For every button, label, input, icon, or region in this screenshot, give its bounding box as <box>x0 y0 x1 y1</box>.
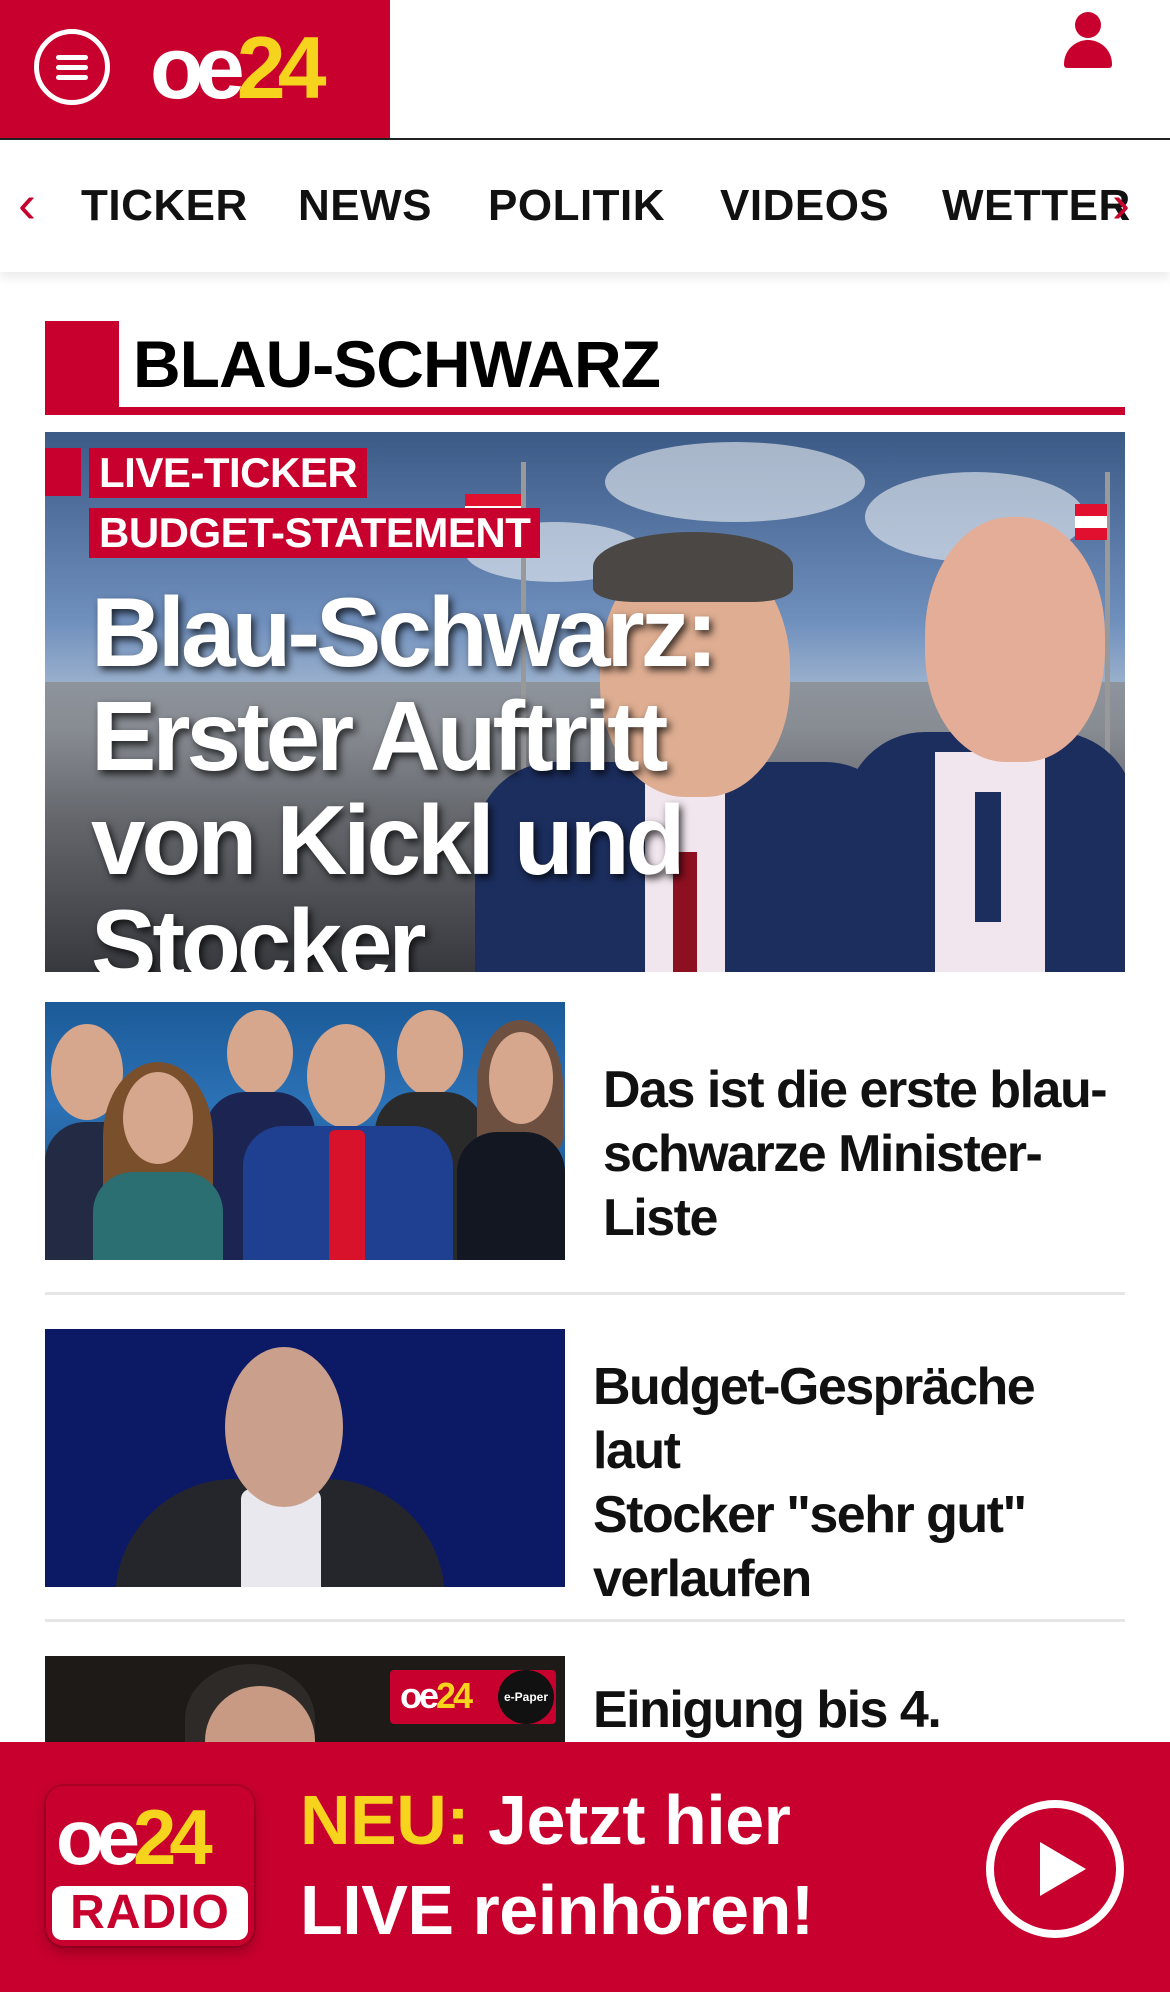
chevron-left-icon[interactable]: ‹ <box>18 176 36 232</box>
article-thumbnail[interactable] <box>45 1002 565 1260</box>
radio-promo-text: Jetzt hier <box>469 1781 791 1859</box>
hero-headline-line-1: Blau-Schwarz: <box>91 577 718 687</box>
section-accent-box <box>45 321 119 407</box>
live-ticker-tag: LIVE-TICKER <box>89 448 368 498</box>
logo-oe-text: oe <box>150 18 245 117</box>
radio-logo-label: RADIO <box>52 1886 248 1940</box>
article-item[interactable]: oe24 e-Paper Einigung bis 4. Februar? <box>45 1656 1125 1803</box>
epaper-logo: oe24 <box>400 1675 473 1716</box>
hero-headline-line-3: von Kickl und Stocker <box>91 785 686 972</box>
divider <box>45 1292 1125 1295</box>
divider <box>45 1619 1125 1622</box>
site-logo[interactable]: oe24 <box>150 22 327 114</box>
hamburger-menu-icon[interactable] <box>34 29 110 105</box>
article-headline[interactable]: Das ist die erste blau- schwarze Ministe… <box>603 1058 1125 1250</box>
radio-logo-mark: oe24 <box>56 1793 213 1881</box>
play-icon[interactable] <box>986 1800 1124 1938</box>
headline-line: Stocker "sehr gut" <box>593 1486 1027 1544</box>
site-header: oe24 <box>0 0 1170 140</box>
section-header: BLAU-SCHWARZ <box>45 321 1125 415</box>
brand-block: oe24 <box>0 0 390 138</box>
section-title[interactable]: BLAU-SCHWARZ <box>133 329 661 399</box>
article-headline[interactable]: Budget-Gespräche laut Stocker "sehr gut"… <box>593 1355 1125 1611</box>
logo-24-text: 24 <box>236 18 327 117</box>
radio-banner[interactable]: oe24 RADIO NEU: Jetzt hier LIVE reinhöre… <box>0 1742 1170 1992</box>
headline-line: schwarze Minister-Liste <box>603 1125 1043 1247</box>
article-thumbnail[interactable]: oe24 e-Paper <box>45 1656 565 1746</box>
nav-item-politik[interactable]: POLITIK <box>488 180 665 232</box>
nav-item-videos[interactable]: VIDEOS <box>720 180 889 232</box>
nav-item-ticker[interactable]: TICKER <box>81 180 248 232</box>
tag-accent-box <box>45 448 81 496</box>
radio-promo-line-1: NEU: Jetzt hier <box>300 1778 791 1862</box>
epaper-badge: oe24 e-Paper <box>390 1670 556 1724</box>
category-nav: ‹ TICKER NEWS POLITIK VIDEOS WETTER › <box>0 140 1170 272</box>
nav-item-news[interactable]: NEWS <box>298 180 432 232</box>
hero-article[interactable]: LIVE-TICKER BUDGET-STATEMENT Blau-Schwar… <box>45 432 1125 972</box>
article-item[interactable]: Das ist die erste blau- schwarze Ministe… <box>45 1002 1125 1260</box>
budget-statement-tag: BUDGET-STATEMENT <box>89 508 541 558</box>
headline-line: Das ist die erste blau- <box>603 1061 1108 1119</box>
headline-line: Budget-Gespräche laut <box>593 1358 1036 1480</box>
article-item[interactable]: Budget-Gespräche laut Stocker "sehr gut"… <box>45 1329 1125 1608</box>
headline-line: verlaufen <box>593 1550 812 1608</box>
radio-neu-label: NEU: <box>300 1781 470 1859</box>
article-thumbnail[interactable] <box>45 1329 565 1587</box>
radio-logo: oe24 RADIO <box>46 1786 254 1946</box>
chevron-right-icon[interactable]: › <box>1112 176 1130 232</box>
radio-promo-line-2: LIVE reinhören! <box>300 1871 814 1949</box>
hero-headline[interactable]: Blau-Schwarz: Erster Auftritt von Kickl … <box>91 580 1011 972</box>
epaper-label: e-Paper <box>498 1670 554 1724</box>
nav-item-wetter[interactable]: WETTER <box>942 180 1131 232</box>
hero-headline-line-2: Erster Auftritt <box>91 681 668 791</box>
user-account-icon[interactable] <box>1062 12 1114 70</box>
